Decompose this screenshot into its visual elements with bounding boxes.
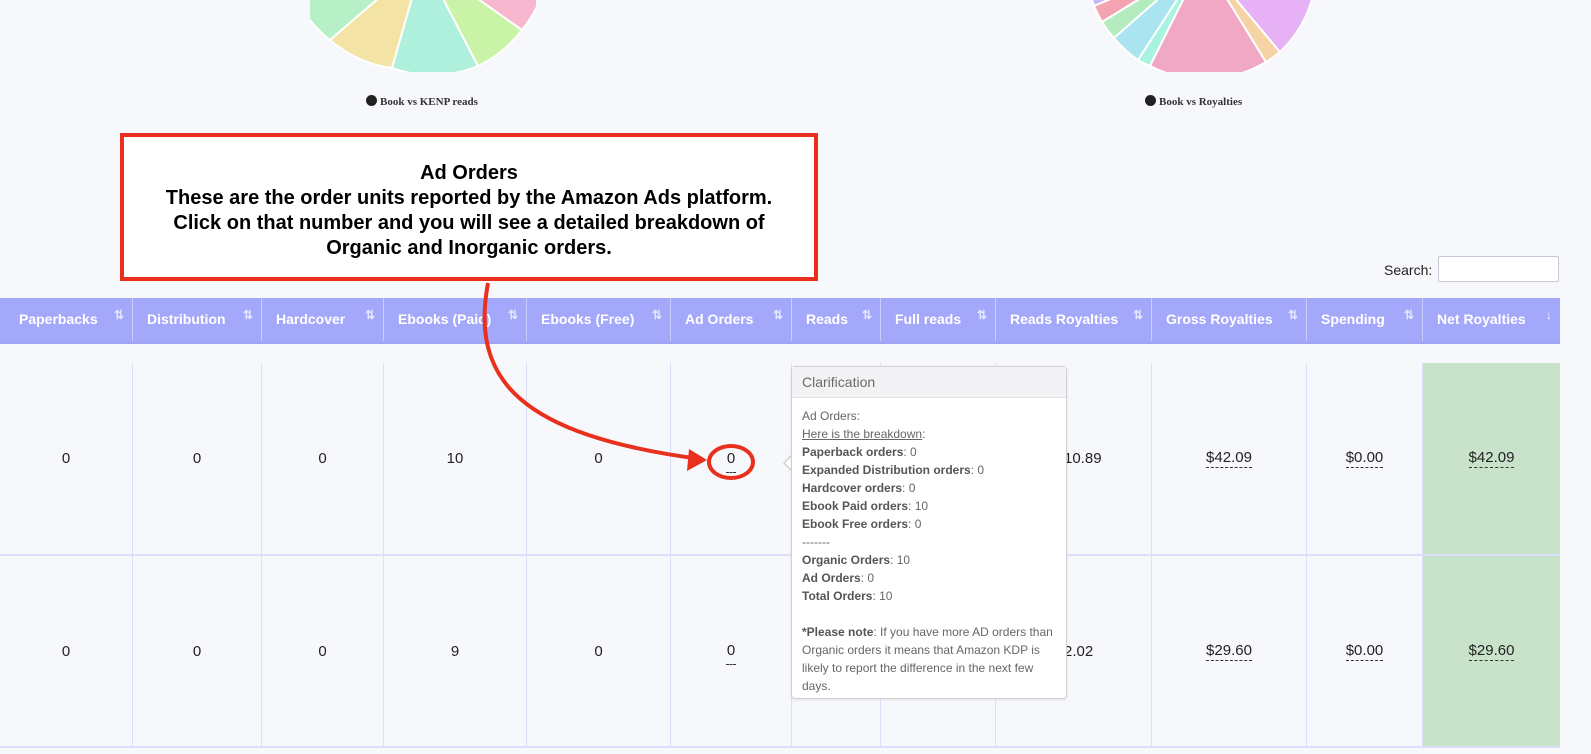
annotation-arrow-path bbox=[482, 282, 701, 461]
annotation-circle bbox=[707, 444, 755, 480]
annotation-arrow bbox=[482, 282, 755, 480]
annotation-arrow-head bbox=[687, 449, 707, 471]
